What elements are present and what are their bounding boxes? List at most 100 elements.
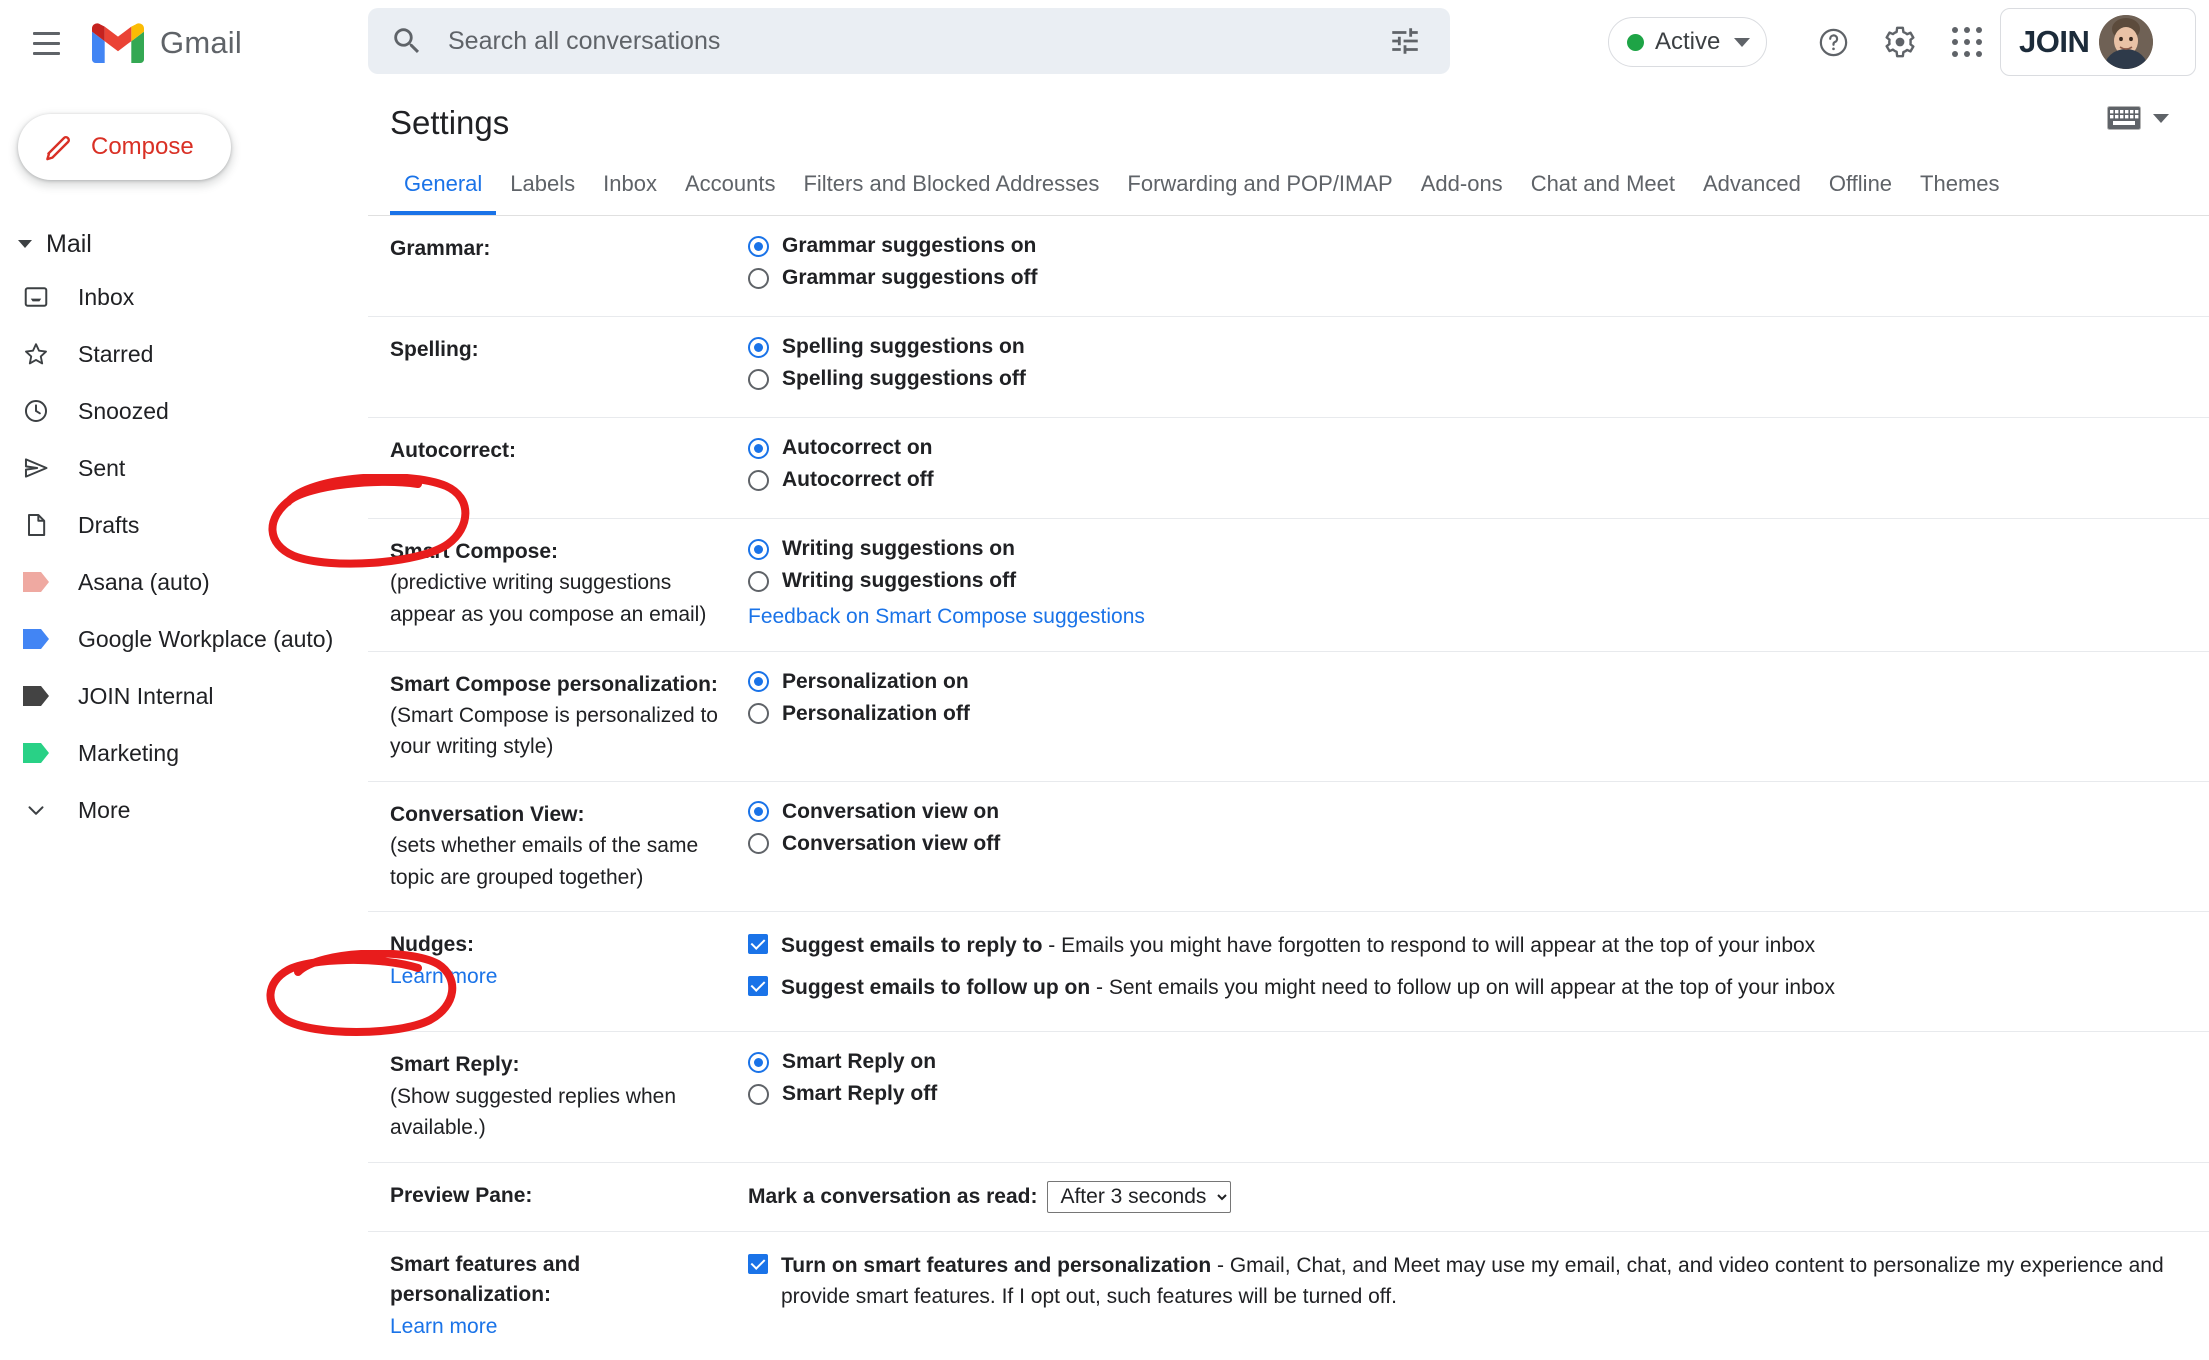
setting-hint: (Smart Compose is personalized to your w… xyxy=(390,703,718,759)
help-question-icon[interactable] xyxy=(1805,14,1861,70)
radio-smart-reply-off[interactable]: Smart Reply off xyxy=(748,1082,2167,1106)
setting-row-smart-compose: Smart Compose: (predictive writing sugge… xyxy=(368,519,2209,652)
smart-features-learn-more-link[interactable]: Learn more xyxy=(390,1311,734,1343)
tab-inbox[interactable]: Inbox xyxy=(589,173,671,215)
clock-icon xyxy=(22,397,50,425)
radio-label: Grammar suggestions off xyxy=(782,266,1038,289)
setting-label: Nudges: xyxy=(390,933,474,957)
radio-label: Autocorrect off xyxy=(782,468,934,491)
caret-down-icon xyxy=(18,240,32,248)
checkbox-indicator[interactable] xyxy=(748,975,768,996)
gmail-wordmark: Gmail xyxy=(160,25,242,60)
tab-forwarding-and-pop-imap[interactable]: Forwarding and POP/IMAP xyxy=(1113,173,1406,215)
tab-advanced[interactable]: Advanced xyxy=(1689,173,1815,215)
radio-conversation-view-on[interactable]: Conversation view on xyxy=(748,800,2167,824)
tab-labels[interactable]: Labels xyxy=(496,173,589,215)
checkbox-label-bold: Suggest emails to follow up on xyxy=(781,975,1091,999)
label-tag-icon xyxy=(22,682,50,710)
smart-compose-feedback-link[interactable]: Feedback on Smart Compose suggestions xyxy=(748,601,2167,633)
sidebar-item-more[interactable]: More xyxy=(0,786,368,834)
status-chip-active[interactable]: Active xyxy=(1608,17,1768,67)
radio-indicator xyxy=(748,267,769,289)
tab-add-ons[interactable]: Add-ons xyxy=(1407,173,1517,215)
setting-label: Smart features and personalization: xyxy=(390,1252,581,1307)
workspace-account-badge[interactable]: JOIN xyxy=(2000,8,2196,76)
radio-label: Spelling suggestions on xyxy=(782,335,1025,358)
radio-spelling-on[interactable]: Spelling suggestions on xyxy=(748,335,2167,359)
checkbox-label-rest: - Sent emails you might need to follow u… xyxy=(1090,975,1835,999)
tab-chat-and-meet[interactable]: Chat and Meet xyxy=(1517,173,1689,215)
radio-label: Personalization on xyxy=(782,669,969,693)
label-tag-icon xyxy=(22,625,50,653)
radio-conversation-view-off[interactable]: Conversation view off xyxy=(748,832,2167,856)
sidebar-item-sent[interactable]: Sent xyxy=(0,444,368,492)
checkbox-indicator[interactable] xyxy=(748,934,768,955)
sidebar-item-marketing[interactable]: Marketing xyxy=(0,729,368,777)
tune-filter-icon[interactable] xyxy=(1388,24,1422,58)
radio-indicator xyxy=(748,1051,769,1073)
checkbox-label-rest: - Emails you might have forgotten to res… xyxy=(1042,934,1816,958)
search-input[interactable] xyxy=(446,25,1388,57)
setting-row-autocorrect: Autocorrect: Autocorrect on Autocorrect … xyxy=(368,418,2209,519)
radio-writing-suggestions-off[interactable]: Writing suggestions off xyxy=(748,569,2167,593)
radio-grammar-off[interactable]: Grammar suggestions off xyxy=(748,266,2167,290)
nudges-learn-more-link[interactable]: Learn more xyxy=(390,961,734,993)
sidebar-item-label: JOIN Internal xyxy=(78,682,214,709)
sidebar-item-drafts[interactable]: Drafts xyxy=(0,501,368,549)
checkbox-suggest-emails-to-reply-to[interactable]: Suggest emails to reply to - Emails you … xyxy=(748,930,2167,962)
pencil-compose-icon xyxy=(46,135,71,161)
search-bar[interactable] xyxy=(368,8,1450,74)
compose-button[interactable]: Compose xyxy=(18,114,231,180)
tab-offline[interactable]: Offline xyxy=(1815,173,1906,215)
tab-themes[interactable]: Themes xyxy=(1906,173,2013,215)
radio-label: Writing suggestions on xyxy=(782,537,1015,560)
setting-row-nudges: Nudges: Learn more Suggest emails to rep… xyxy=(368,912,2209,1033)
radio-indicator xyxy=(748,437,769,459)
sidebar-item-label: Inbox xyxy=(78,283,135,310)
radio-autocorrect-on[interactable]: Autocorrect on xyxy=(748,436,2167,460)
status-dot xyxy=(1627,33,1644,51)
radio-personalization-on[interactable]: Personalization on xyxy=(748,670,2167,694)
tab-accounts[interactable]: Accounts xyxy=(671,173,790,215)
checkbox-label: Suggest emails to follow up on - Sent em… xyxy=(781,972,1835,1004)
google-apps-grid-icon[interactable] xyxy=(1939,14,1995,70)
radio-indicator xyxy=(748,671,769,692)
sidebar-item-snoozed[interactable]: Snoozed xyxy=(0,387,368,435)
document-icon xyxy=(22,511,50,539)
sidebar-section-mail[interactable]: Mail xyxy=(0,224,368,264)
keyboard-shortcut-selector[interactable] xyxy=(2107,106,2169,130)
setting-row-smart-compose-personalization: Smart Compose personalization: (Smart Co… xyxy=(368,652,2209,782)
sidebar-item-asana-auto[interactable]: Asana (auto) xyxy=(0,558,368,606)
radio-writing-suggestions-on[interactable]: Writing suggestions on xyxy=(748,537,2167,561)
radio-smart-reply-on[interactable]: Smart Reply on xyxy=(748,1050,2167,1074)
tab-general[interactable]: General xyxy=(390,173,497,215)
radio-indicator xyxy=(748,469,769,491)
sidebar-item-inbox[interactable]: Inbox xyxy=(0,273,368,321)
checkbox-turn-on-smart-features[interactable]: Turn on smart features and personalizati… xyxy=(748,1250,2167,1313)
sidebar-item-join-internal[interactable]: JOIN Internal xyxy=(0,672,368,720)
checkbox-label: Suggest emails to reply to - Emails you … xyxy=(781,930,1815,962)
radio-autocorrect-off[interactable]: Autocorrect off xyxy=(748,468,2167,492)
checkbox-suggest-emails-to-follow-up-on[interactable]: Suggest emails to follow up on - Sent em… xyxy=(748,972,2167,1004)
sidebar-item-label: Marketing xyxy=(78,739,179,766)
radio-personalization-off[interactable]: Personalization off xyxy=(748,702,2167,726)
gear-icon[interactable] xyxy=(1872,14,1928,70)
hamburger-menu-icon[interactable] xyxy=(22,19,70,67)
avatar[interactable] xyxy=(2099,15,2154,69)
radio-grammar-on[interactable]: Grammar suggestions on xyxy=(748,234,2167,258)
radio-label: Grammar suggestions on xyxy=(782,234,1037,257)
sidebar-item-label: Snoozed xyxy=(78,397,169,424)
sidebar-item-label: Sent xyxy=(78,454,126,481)
inbox-icon xyxy=(22,283,50,311)
sidebar-item-google-workplace-auto[interactable]: Google Workplace (auto) xyxy=(0,615,368,663)
sidebar-item-label: Drafts xyxy=(78,511,140,538)
sidebar-item-starred[interactable]: Starred xyxy=(0,330,368,378)
setting-label: Smart Compose personalization: xyxy=(390,672,718,696)
radio-spelling-off[interactable]: Spelling suggestions off xyxy=(748,367,2167,391)
checkbox-indicator[interactable] xyxy=(748,1253,768,1274)
mark-as-read-select[interactable]: Immediately After 1 second After 3 secon… xyxy=(1047,1180,1232,1213)
page-title: Settings xyxy=(390,104,510,141)
radio-indicator xyxy=(748,570,769,592)
settings-rows: Grammar: Grammar suggestions on Grammar … xyxy=(368,216,2209,1360)
tab-filters-and-blocked-addresses[interactable]: Filters and Blocked Addresses xyxy=(789,173,1113,215)
